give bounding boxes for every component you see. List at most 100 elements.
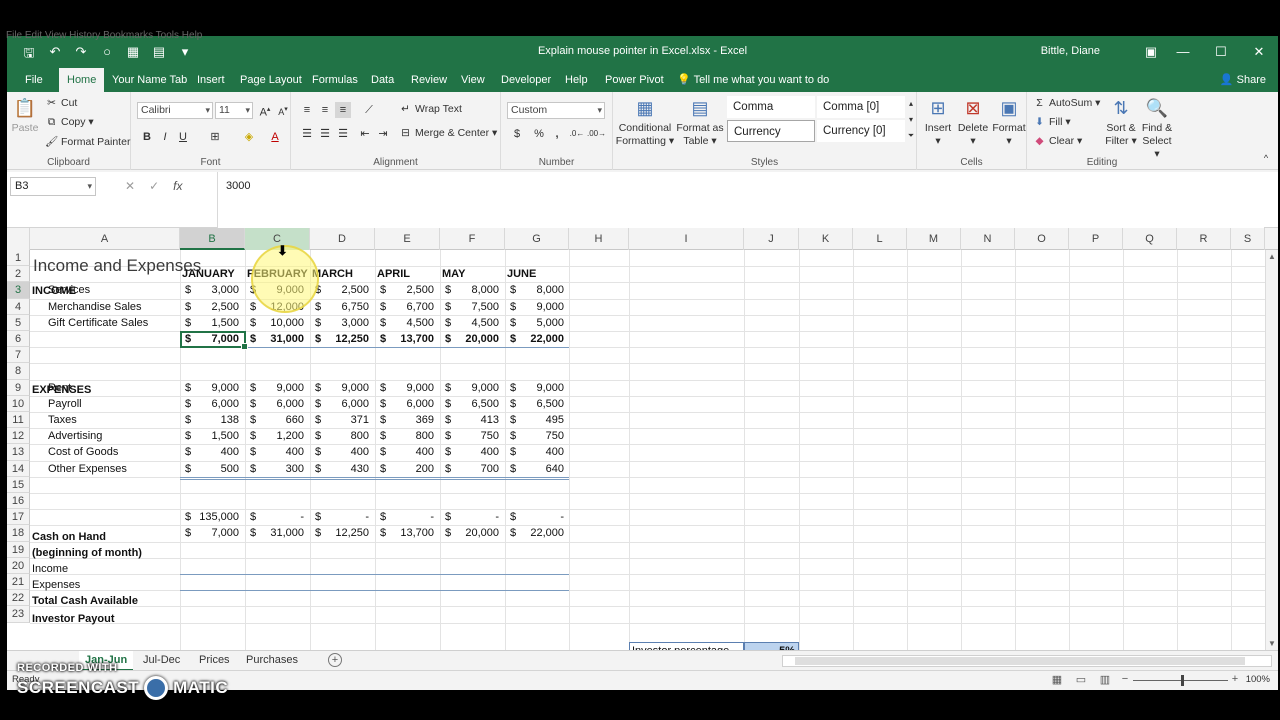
close-icon[interactable]: ✕: [1240, 36, 1278, 68]
tab-your-name[interactable]: Your Name Tab: [104, 68, 195, 92]
row-header-5[interactable]: 5: [7, 314, 30, 331]
expense-label-1[interactable]: Payroll: [48, 398, 82, 410]
expense-value[interactable]: 200: [375, 463, 434, 475]
expense-value[interactable]: 495: [505, 414, 564, 426]
expense-label-3[interactable]: Advertising: [48, 430, 102, 442]
row-header-7[interactable]: 7: [7, 347, 30, 364]
income-label-2[interactable]: Gift Certificate Sales: [48, 317, 148, 329]
col-header-d[interactable]: D: [310, 228, 375, 250]
cash-on-hand-value[interactable]: -: [440, 511, 499, 523]
income-value[interactable]: 2,500: [310, 284, 369, 296]
expense-label-4[interactable]: Cost of Goods: [48, 446, 118, 458]
income-value[interactable]: 10,000: [245, 317, 304, 329]
cash-on-hand-label[interactable]: Cash on Hand: [32, 531, 106, 543]
sort-filter-button[interactable]: ⇅ Sort & Filter ▾: [1105, 96, 1137, 148]
expense-value[interactable]: 6,000: [180, 398, 239, 410]
col-header-n[interactable]: N: [961, 228, 1015, 250]
expense-value[interactable]: 9,000: [440, 382, 499, 394]
enter-icon[interactable]: ✓: [149, 179, 159, 193]
tab-power-pivot[interactable]: Power Pivot: [597, 68, 672, 92]
col-header-g[interactable]: G: [505, 228, 569, 250]
worksheet-grid[interactable]: A B C D E F G H I J K L M N O P Q R S 12…: [7, 228, 1278, 650]
income-value[interactable]: 2,500: [180, 301, 239, 313]
income-value[interactable]: 1,500: [180, 317, 239, 329]
increase-decimal-icon[interactable]: .0←: [569, 126, 585, 142]
style-currency-0[interactable]: Currency [0]: [817, 120, 905, 142]
expense-value[interactable]: 660: [245, 414, 304, 426]
zoom-out-icon[interactable]: −: [1118, 673, 1132, 687]
horizontal-scrollbar[interactable]: [782, 655, 1272, 667]
tab-view[interactable]: View: [453, 68, 493, 92]
col-header-h[interactable]: H: [569, 228, 629, 250]
tab-file[interactable]: File: [17, 68, 51, 92]
expense-value[interactable]: 9,000: [245, 382, 304, 394]
income-summary-value[interactable]: 7,000: [180, 527, 239, 539]
wrap-text-button[interactable]: ↵ Wrap Text: [399, 103, 462, 115]
expense-value[interactable]: 750: [440, 430, 499, 442]
row-header-17[interactable]: 17: [7, 509, 30, 526]
active-cell-selection[interactable]: [180, 331, 248, 350]
scroll-down-icon[interactable]: ▼: [1266, 639, 1278, 648]
income-summary-value[interactable]: 20,000: [440, 527, 499, 539]
expenses-row-label[interactable]: Expenses: [32, 579, 80, 591]
borders-icon[interactable]: ⊞: [207, 129, 223, 145]
row-header-8[interactable]: 8: [7, 363, 30, 380]
find-select-button[interactable]: 🔍 Find & Select ▾: [1139, 96, 1175, 161]
bold-button[interactable]: B: [139, 129, 155, 145]
expense-value[interactable]: 1,500: [180, 430, 239, 442]
expense-label-5[interactable]: Other Expenses: [48, 463, 127, 475]
row-header-16[interactable]: 16: [7, 493, 30, 510]
ribbon-display-icon[interactable]: ▣: [1138, 36, 1164, 68]
expense-value[interactable]: 400: [310, 446, 369, 458]
style-currency[interactable]: Currency: [727, 120, 815, 142]
col-header-r[interactable]: R: [1177, 228, 1231, 250]
conditional-formatting-button[interactable]: ▦ Conditional Formatting ▾: [615, 96, 675, 148]
total-cash-label[interactable]: Total Cash Available: [32, 595, 138, 607]
tell-me-search[interactable]: 💡 Tell me what you want to do: [669, 68, 837, 92]
income-summary-value[interactable]: 22,000: [505, 527, 564, 539]
fill-button[interactable]: ⬇ Fill ▾: [1033, 116, 1071, 128]
row-header-19[interactable]: 19: [7, 541, 30, 558]
income-value[interactable]: 4,500: [375, 317, 434, 329]
merge-center-button[interactable]: ⊟ Merge & Center ▾: [399, 127, 497, 139]
sheet-title[interactable]: Income and Expenses: [33, 256, 201, 276]
expense-value[interactable]: 371: [310, 414, 369, 426]
select-all-corner[interactable]: [7, 228, 30, 250]
expense-value[interactable]: 9,000: [375, 382, 434, 394]
font-size-select[interactable]: 11: [215, 102, 253, 119]
cash-on-hand-value[interactable]: 135,000: [180, 511, 239, 523]
delete-cells-button[interactable]: ⊠ Delete ▾: [955, 96, 991, 148]
underline-button[interactable]: U: [175, 129, 191, 145]
format-cells-button[interactable]: ▣ Format ▾: [991, 96, 1027, 148]
expense-value[interactable]: 430: [310, 463, 369, 475]
row-header-22[interactable]: 22: [7, 590, 30, 607]
col-header-i[interactable]: I: [629, 228, 744, 250]
vertical-scrollbar[interactable]: ▲ ▼: [1265, 250, 1278, 650]
paste-button[interactable]: 📋 Paste: [11, 96, 39, 135]
income-value[interactable]: 5,000: [505, 317, 564, 329]
row-header-3[interactable]: 3: [7, 282, 30, 299]
income-label-1[interactable]: Merchandise Sales: [48, 301, 142, 313]
horizontal-scroll-thumb[interactable]: [795, 657, 1245, 665]
expense-value[interactable]: 500: [180, 463, 239, 475]
income-value[interactable]: 8,000: [505, 284, 564, 296]
tab-insert[interactable]: Insert: [189, 68, 233, 92]
cancel-icon[interactable]: ✕: [125, 179, 135, 193]
row-header-23[interactable]: 23: [7, 606, 30, 623]
expense-value[interactable]: 750: [505, 430, 564, 442]
tab-developer[interactable]: Developer: [493, 68, 559, 92]
scroll-up-icon[interactable]: ▲: [1266, 252, 1278, 261]
col-header-p[interactable]: P: [1069, 228, 1123, 250]
tab-review[interactable]: Review: [403, 68, 455, 92]
zoom-in-icon[interactable]: +: [1228, 673, 1242, 687]
col-header-a[interactable]: A: [30, 228, 180, 250]
row-header-11[interactable]: 11: [7, 412, 30, 429]
fill-color-icon[interactable]: ◈: [241, 129, 257, 145]
income-summary-value[interactable]: 12,250: [310, 527, 369, 539]
align-center-icon[interactable]: ☰: [317, 126, 333, 142]
col-header-q[interactable]: Q: [1123, 228, 1177, 250]
income-total-value[interactable]: 22,000: [505, 333, 564, 345]
orientation-icon[interactable]: ⟋: [361, 102, 377, 118]
expense-value[interactable]: 800: [310, 430, 369, 442]
format-painter-button[interactable]: 🖌 Format Painter: [45, 135, 130, 148]
